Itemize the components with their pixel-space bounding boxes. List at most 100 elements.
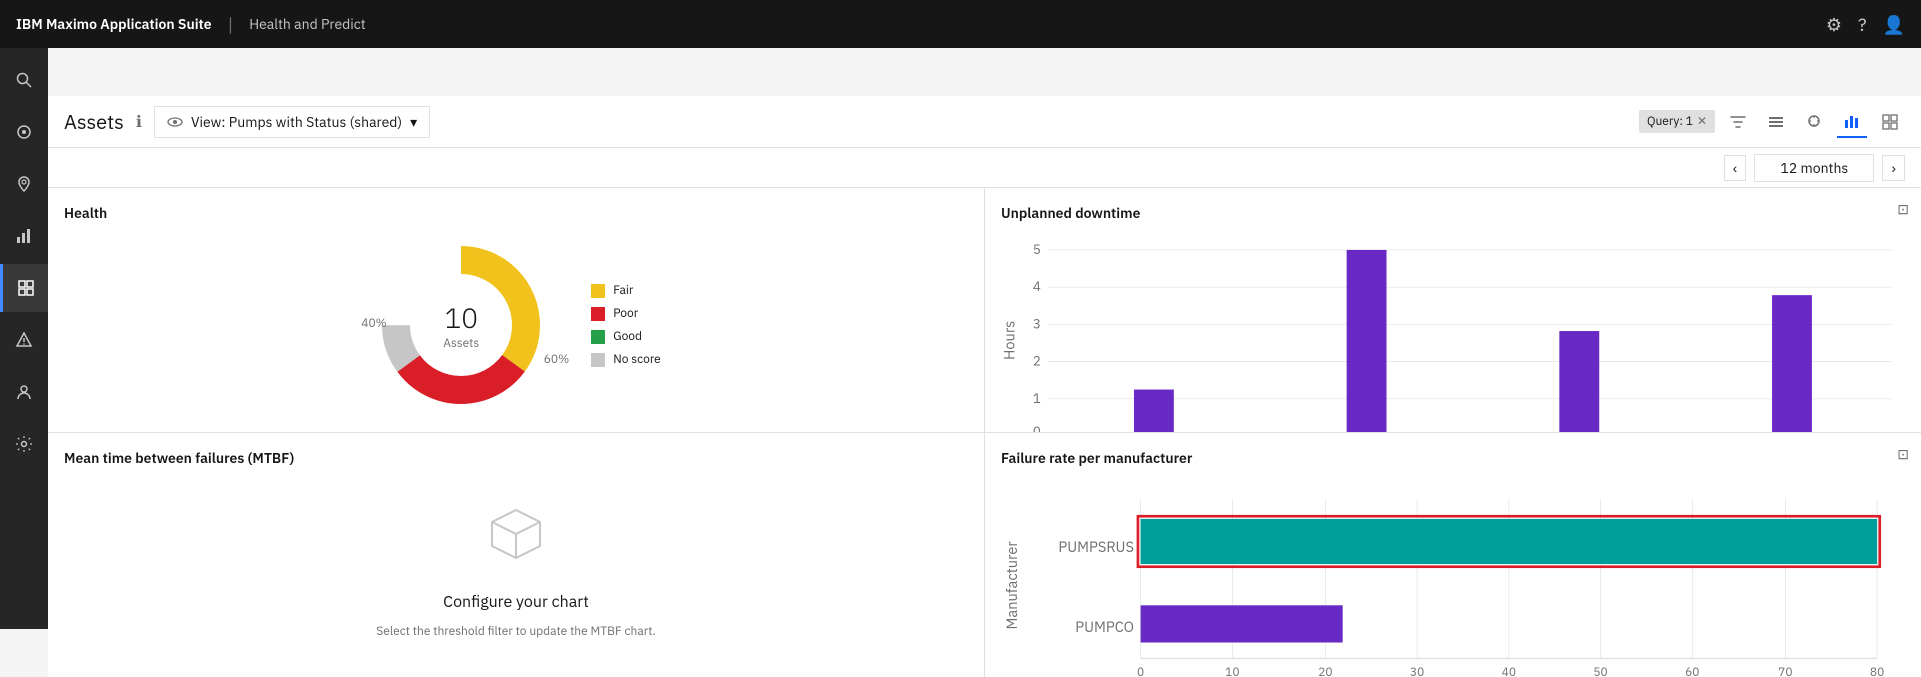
svg-text:PUMPSRUS: PUMPSRUS <box>1058 538 1134 557</box>
topbar: IBM Maximo Application Suite | Health an… <box>0 0 1921 48</box>
settings-icon[interactable]: ⚙ <box>1826 13 1842 36</box>
svg-text:0: 0 <box>1137 665 1144 677</box>
sidebar-item-person[interactable] <box>0 368 48 416</box>
query-badge-label: Query: 1 <box>1647 114 1693 129</box>
bar-apr <box>1134 390 1174 432</box>
time-next-button[interactable]: › <box>1882 155 1905 181</box>
donut-label-60: 60% <box>544 352 570 367</box>
legend-swatch-poor <box>591 307 605 321</box>
sidebar-item-search[interactable] <box>0 56 48 104</box>
svg-text:Hours: Hours <box>1001 321 1019 360</box>
bar-jun <box>1559 331 1599 432</box>
filter-button[interactable] <box>1723 107 1753 137</box>
failure-panel-title: Failure rate per manufacturer <box>1001 449 1905 467</box>
svg-text:70: 70 <box>1778 665 1792 677</box>
donut-center: 10 Assets <box>443 299 479 351</box>
legend-item-fair: Fair <box>591 283 661 298</box>
page-header-left: Assets ℹ View: Pumps with Status (shared… <box>64 106 430 138</box>
legend-swatch-fair <box>591 284 605 298</box>
legend-label-good: Good <box>613 329 642 344</box>
query-badge: Query: 1 ✕ <box>1639 110 1715 133</box>
bar-pumpco <box>1141 605 1343 642</box>
svg-text:2: 2 <box>1033 352 1041 370</box>
svg-text:0: 0 <box>1033 422 1041 432</box>
svg-text:5: 5 <box>1033 240 1041 258</box>
health-panel: Health 10 Assets 40% 60% <box>48 188 984 432</box>
svg-text:60: 60 <box>1685 665 1699 677</box>
help-icon[interactable]: ? <box>1858 13 1867 36</box>
info-icon[interactable]: ℹ <box>136 112 142 132</box>
sidebar-item-chart[interactable] <box>0 212 48 260</box>
unplanned-chart-area: Hours 5 4 3 2 1 0 <box>1001 234 1905 432</box>
donut-label-40: 40% <box>361 316 387 331</box>
mtbf-configure-desc: Select the threshold filter to update th… <box>376 624 655 639</box>
page-header-right: Query: 1 ✕ <box>1639 106 1905 138</box>
svg-text:3: 3 <box>1033 314 1041 332</box>
donut-center-number: 10 <box>443 299 479 336</box>
legend-item-good: Good <box>591 329 661 344</box>
topbar-left: IBM Maximo Application Suite | Health an… <box>16 13 366 36</box>
topbar-section: Health and Predict <box>249 15 366 33</box>
svg-text:80: 80 <box>1870 665 1884 677</box>
legend-label-poor: Poor <box>613 306 638 321</box>
svg-text:4: 4 <box>1033 277 1041 295</box>
health-legend: Fair Poor Good No score <box>591 283 661 367</box>
topbar-divider: | <box>228 13 234 36</box>
grid-view-button[interactable] <box>1875 107 1905 137</box>
sidebar-item-target[interactable] <box>0 108 48 156</box>
view-dropdown[interactable]: View: Pumps with Status (shared) ▾ <box>154 106 430 138</box>
dropdown-chevron-icon: ▾ <box>410 113 417 131</box>
donut-center-label: Assets <box>443 336 479 351</box>
mtbf-panel: Mean time between failures (MTBF) Config… <box>48 433 984 677</box>
sidebar-item-grid[interactable] <box>0 264 48 312</box>
svg-text:PUMPCO: PUMPCO <box>1075 618 1134 637</box>
h-bar-chart-svg: Manufacturer PUMPSRUS PUMPCO 0 10 20 30 … <box>1001 479 1905 677</box>
svg-text:20: 20 <box>1318 665 1332 677</box>
mtbf-content: Configure your chart Select the threshol… <box>64 479 968 661</box>
svg-text:Manufacturer: Manufacturer <box>1003 541 1022 630</box>
time-range-label: 12 months <box>1754 154 1874 182</box>
user-icon[interactable]: 👤 <box>1883 13 1905 36</box>
health-panel-title: Health <box>64 204 968 222</box>
time-prev-button[interactable]: ‹ <box>1724 155 1747 181</box>
bar-chart-svg: Hours 5 4 3 2 1 0 <box>1001 234 1905 432</box>
svg-text:1: 1 <box>1033 389 1041 407</box>
dashboard-grid: Health 10 Assets 40% 60% <box>48 188 1921 677</box>
unplanned-panel-title: Unplanned downtime <box>1001 204 1905 222</box>
legend-swatch-noscore <box>591 353 605 367</box>
topbar-icons: ⚙ ? 👤 <box>1826 13 1905 36</box>
svg-text:30: 30 <box>1410 665 1424 677</box>
expand-icon[interactable]: ⊡ <box>1897 200 1909 218</box>
query-badge-close[interactable]: ✕ <box>1697 114 1707 129</box>
legend-label-fair: Fair <box>613 283 633 298</box>
main-content: Assets ℹ View: Pumps with Status (shared… <box>48 96 1921 677</box>
view-label: View: Pumps with Status (shared) <box>191 113 402 131</box>
sidebar-item-location[interactable] <box>0 160 48 208</box>
bar-jul <box>1772 295 1812 432</box>
eye-icon <box>167 114 183 130</box>
mtbf-panel-title: Mean time between failures (MTBF) <box>64 449 968 467</box>
time-range-bar: ‹ 12 months › <box>48 148 1921 188</box>
bar-may <box>1347 250 1387 432</box>
donut-chart: 10 Assets 40% 60% <box>371 235 551 415</box>
svg-text:10: 10 <box>1225 665 1239 677</box>
legend-item-poor: Poor <box>591 306 661 321</box>
sidebar-item-alert[interactable] <box>0 316 48 364</box>
failure-rate-panel: Failure rate per manufacturer ⊡ Manufact… <box>985 433 1921 677</box>
failure-expand-icon[interactable]: ⊡ <box>1897 445 1909 463</box>
svg-text:50: 50 <box>1593 665 1607 677</box>
list-view-button[interactable] <box>1761 107 1791 137</box>
sidebar <box>0 48 48 629</box>
box-icon <box>484 502 548 580</box>
mtbf-configure-title: Configure your chart <box>443 592 589 612</box>
chart-view-button[interactable] <box>1837 106 1867 138</box>
health-content: 10 Assets 40% 60% Fair Poor <box>64 234 968 416</box>
sidebar-item-settings[interactable] <box>0 420 48 468</box>
bar-pumpsrus <box>1141 519 1877 564</box>
unplanned-downtime-panel: Unplanned downtime ⊡ Hours 5 4 3 2 1 0 <box>985 188 1921 432</box>
page-title: Assets <box>64 108 124 135</box>
failure-chart-area: Manufacturer PUMPSRUS PUMPCO 0 10 20 30 … <box>1001 479 1905 677</box>
map-view-button[interactable] <box>1799 107 1829 137</box>
page-header: Assets ℹ View: Pumps with Status (shared… <box>48 96 1921 148</box>
legend-label-noscore: No score <box>613 352 661 367</box>
